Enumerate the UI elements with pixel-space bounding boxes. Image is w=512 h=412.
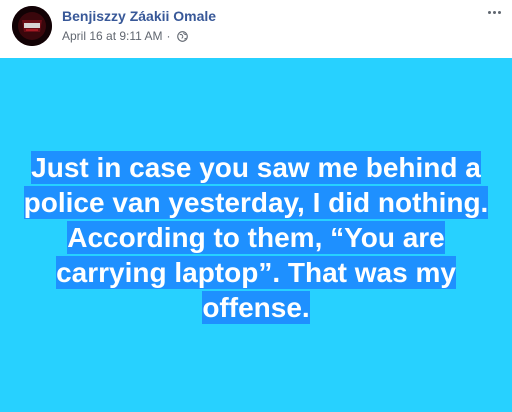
avatar-image [12, 6, 52, 46]
status-text-block: Just in case you saw me behind a police … [20, 150, 492, 325]
more-options-icon[interactable] [484, 4, 504, 20]
status-text: Just in case you saw me behind a police … [23, 151, 489, 324]
post-meta: April 16 at 9:11 AM · [62, 29, 188, 43]
author-name[interactable]: Benjiszzy Záakii Omale [62, 8, 216, 24]
post-timestamp[interactable]: April 16 at 9:11 AM [62, 29, 163, 43]
more-dot [492, 10, 496, 14]
avatar[interactable] [12, 6, 52, 46]
globe-icon[interactable] [176, 30, 188, 42]
post-header: Benjiszzy Záakii Omale April 16 at 9:11 … [0, 0, 512, 58]
status-background-card: Just in case you saw me behind a police … [0, 58, 512, 412]
meta-separator: · [166, 29, 171, 43]
more-dot [487, 10, 491, 14]
more-dot [497, 10, 501, 14]
facebook-post: Benjiszzy Záakii Omale April 16 at 9:11 … [0, 0, 512, 412]
